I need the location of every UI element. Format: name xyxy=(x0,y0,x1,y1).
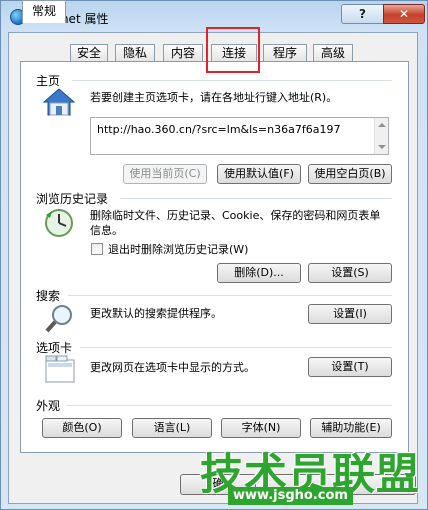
homepage-divider xyxy=(72,80,392,81)
search-divider xyxy=(68,295,392,296)
history-clock-icon xyxy=(45,209,73,237)
scroll-up-icon[interactable] xyxy=(378,123,386,127)
colors-button[interactable]: 颜色(O) xyxy=(42,418,122,438)
tabbed-window-icon xyxy=(45,355,75,383)
appearance-divider xyxy=(66,405,392,406)
url-scrollbar[interactable] xyxy=(374,118,388,154)
fonts-button[interactable]: 字体(N) xyxy=(221,418,301,438)
tab-general[interactable]: 常规 xyxy=(22,0,66,23)
homepage-url-text: http://hao.360.cn/?src=lm&ls=n36a7f6a197 xyxy=(97,123,341,136)
use-current-button[interactable]: 使用当前页(C) xyxy=(123,164,207,184)
delete-history-button[interactable]: 删除(D)... xyxy=(217,263,301,283)
highlight-box xyxy=(206,27,260,73)
history-section-label: 浏览历史记录 xyxy=(36,190,113,207)
homepage-url-field[interactable]: http://hao.360.cn/?src=lm&ls=n36a7f6a197 xyxy=(90,117,389,155)
homepage-description: 若要创建主页选项卡，请在各地址行键入地址(R)。 xyxy=(90,91,338,104)
house-icon xyxy=(42,88,76,116)
tabs-description: 更改网页在选项卡中显示的方式。 xyxy=(90,361,255,374)
history-settings-button[interactable]: 设置(S) xyxy=(308,263,392,283)
delete-on-exit-label[interactable]: 退出时删除浏览历史记录(W) xyxy=(108,242,248,257)
appearance-section-label: 外观 xyxy=(36,397,65,414)
languages-button[interactable]: 语言(L) xyxy=(132,418,212,438)
watermark-url: www.jsgho.com xyxy=(228,487,353,505)
history-description: 删除临时文件、历史记录、Cookie、保存的密码和网页表单信息。 xyxy=(90,209,381,237)
search-description: 更改默认的搜索提供程序。 xyxy=(90,307,222,320)
tabs-settings-button[interactable]: 设置(T) xyxy=(308,357,392,377)
history-divider xyxy=(120,198,392,199)
use-blank-button[interactable]: 使用空白页(B) xyxy=(308,164,392,184)
help-button[interactable]: ? xyxy=(341,4,383,24)
tabs-divider xyxy=(80,347,392,348)
close-button[interactable]: ✕ xyxy=(383,4,425,24)
accessibility-button[interactable]: 辅助功能(E) xyxy=(310,418,392,438)
delete-on-exit-checkbox[interactable] xyxy=(91,243,103,255)
search-settings-button[interactable]: 设置(I) xyxy=(308,304,392,324)
magnifier-icon xyxy=(45,305,72,333)
use-default-button[interactable]: 使用默认值(F) xyxy=(217,164,301,184)
scroll-down-icon[interactable] xyxy=(378,145,386,149)
